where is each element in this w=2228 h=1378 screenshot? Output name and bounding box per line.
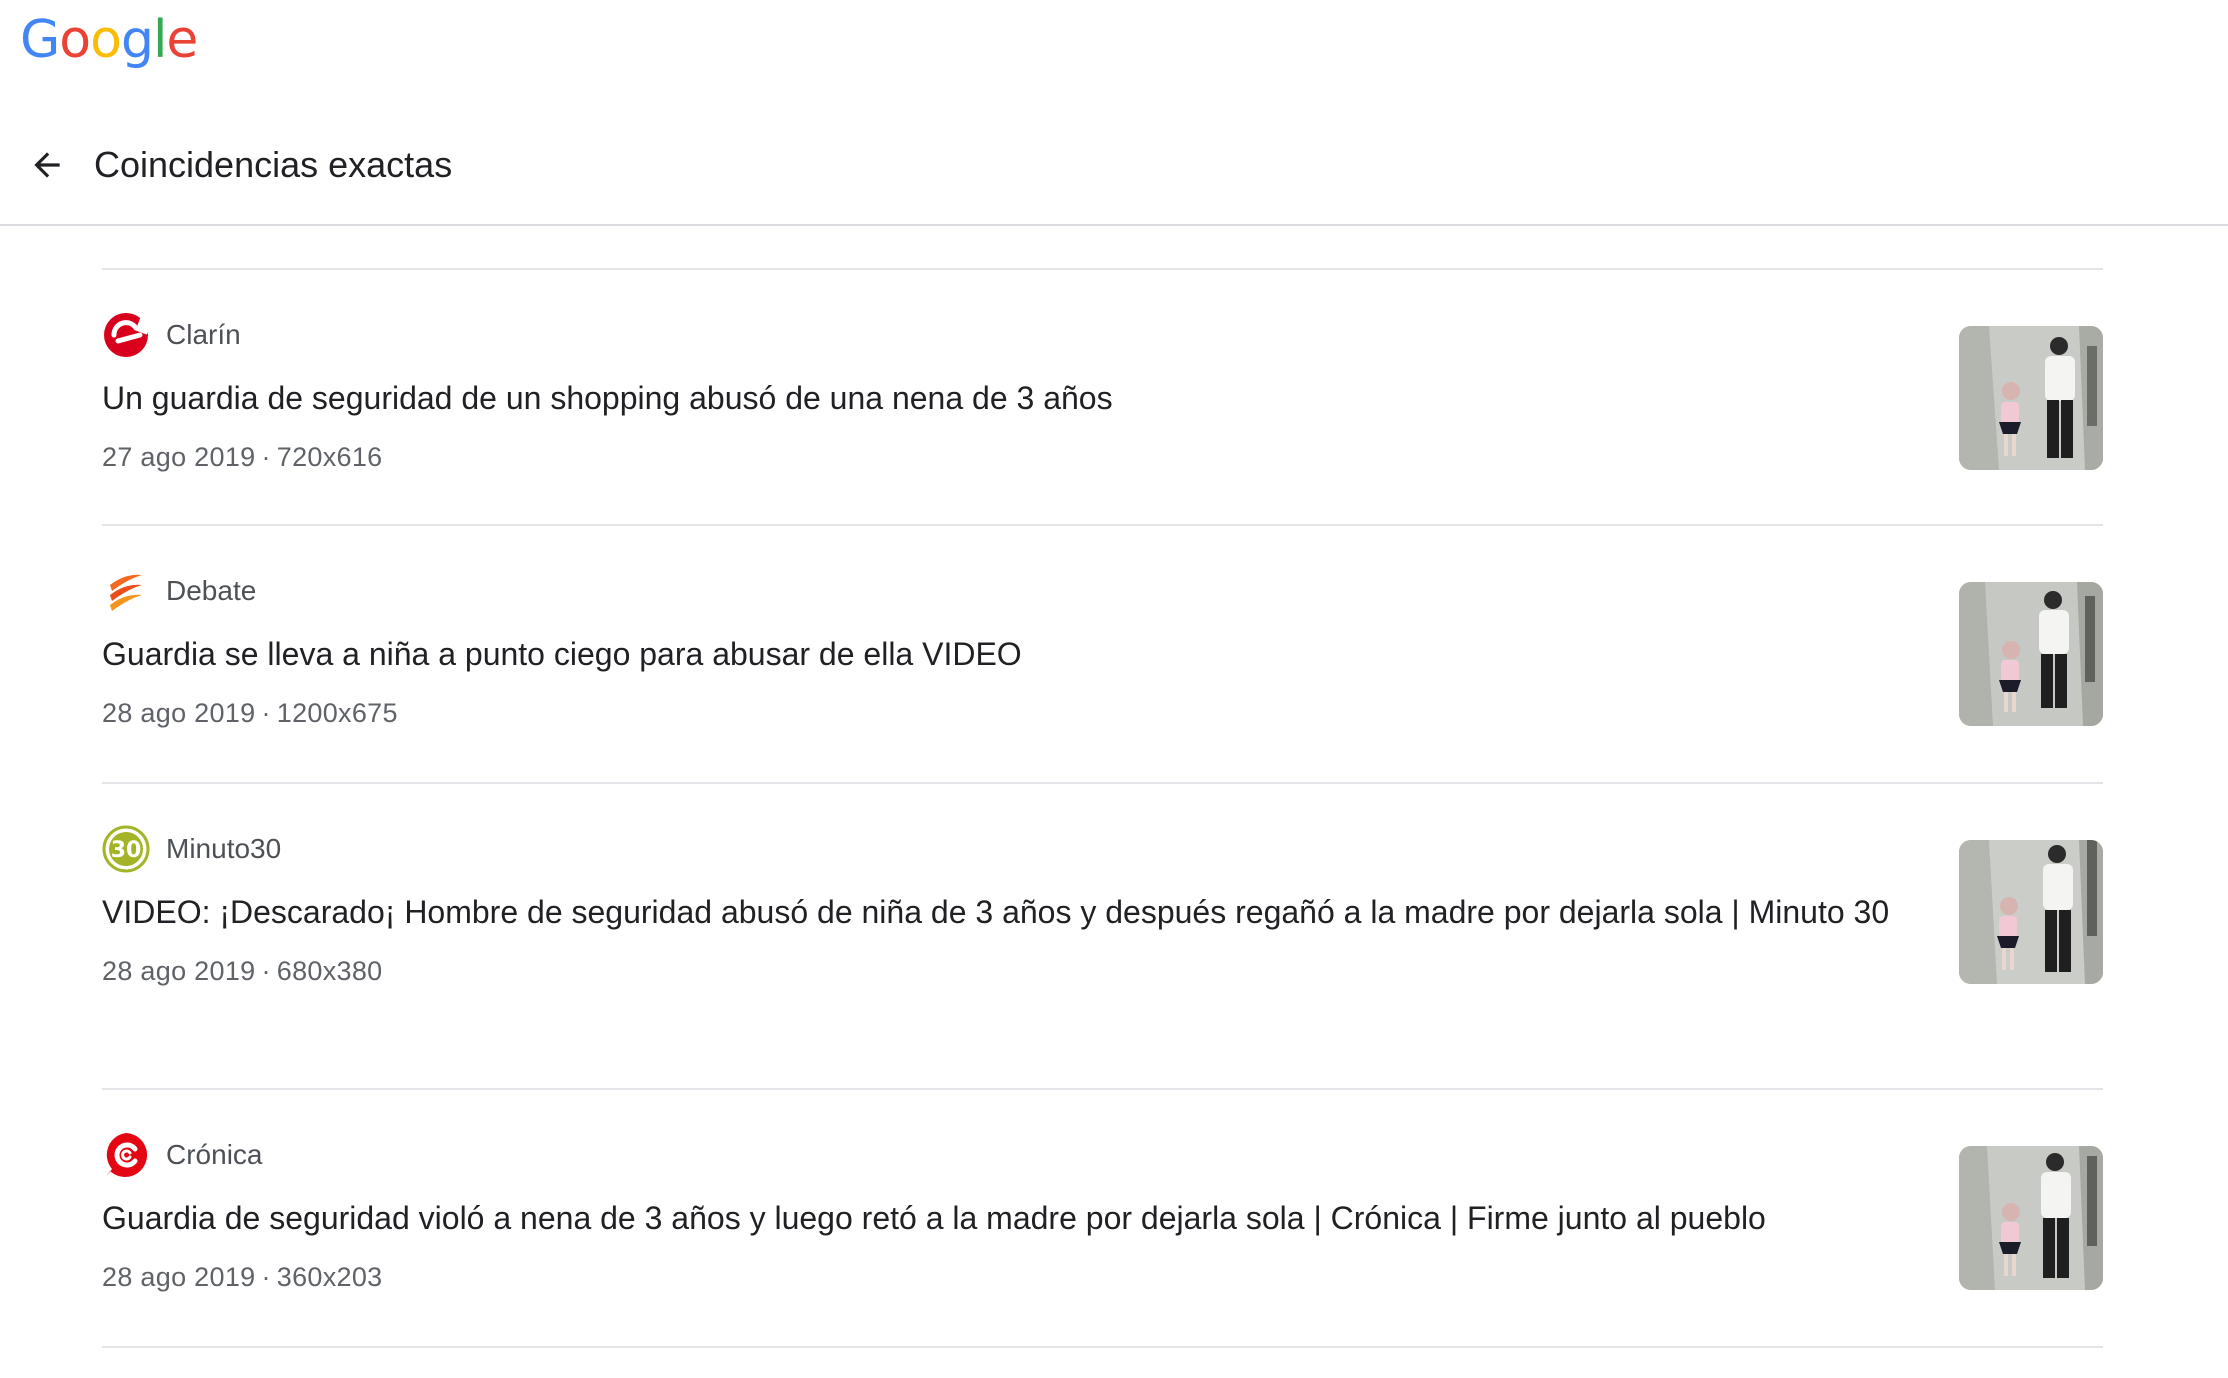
page-header: Coincidencias exactas [0,118,2228,226]
meta-separator: · [261,1262,271,1292]
logo-letter: l [152,10,167,70]
result-meta: 28 ago 2019 · 1200x675 [102,696,1893,730]
result-date: 27 ago 2019 [102,442,256,472]
result-meta: 28 ago 2019 · 680x380 [102,954,1893,988]
logo-letter: o [59,10,91,70]
meta-separator: · [261,956,271,986]
result-meta: 28 ago 2019 · 360x203 [102,1260,1893,1294]
cronica-logo-icon [102,1131,150,1179]
source-name: Minuto30 [166,833,282,864]
source-name: Clarín [166,319,241,350]
result-date: 28 ago 2019 [102,1262,256,1292]
result-item[interactable]: Crónica Guardia de seguridad violó a nen… [102,1090,2103,1346]
result-date: 28 ago 2019 [102,956,256,986]
result-dimensions: 1200x675 [276,698,398,728]
logo-letter: g [120,10,154,70]
result-item[interactable]: Debate Guardia se lleva a niña a punto c… [102,526,2103,782]
result-title[interactable]: Guardia se lleva a niña a punto ciego pa… [102,630,1893,678]
result-source[interactable]: Debate [102,566,1893,616]
source-name: Debate [166,575,257,606]
result-source[interactable]: 30 Minuto30 [102,824,1893,874]
result-meta: 27 ago 2019 · 720x616 [102,440,1893,474]
result-source[interactable]: Crónica [102,1130,1893,1180]
result-title[interactable]: Guardia de seguridad violó a nena de 3 a… [102,1194,1893,1242]
clarin-logo-icon [102,311,150,359]
google-logo[interactable]: Google [20,10,198,70]
divider [102,1346,2103,1348]
result-dimensions: 720x616 [276,442,383,472]
back-button[interactable] [22,140,72,190]
result-item[interactable]: Clarín Un guardia de seguridad de un sho… [102,270,2103,524]
result-dimensions: 360x203 [276,1262,383,1292]
result-source[interactable]: Clarín [102,310,1893,360]
meta-separator: · [261,698,271,728]
meta-separator: · [261,442,271,472]
result-title[interactable]: Un guardia de seguridad de un shopping a… [102,374,1893,422]
debate-logo-icon [102,567,150,615]
source-name: Crónica [166,1139,263,1170]
arrow-left-icon [34,152,60,178]
logo-letter: G [20,10,60,70]
minuto30-logo-icon: 30 [102,825,150,873]
result-date: 28 ago 2019 [102,698,256,728]
result-title[interactable]: VIDEO: ¡Descarado¡ Hombre de seguridad a… [102,888,1893,936]
logo-letter: e [166,10,198,70]
page-title: Coincidencias exactas [94,144,453,185]
result-item[interactable]: 30 Minuto30 VIDEO: ¡Descarado¡ Hombre de… [102,784,2103,1088]
results-list: Clarín Un guardia de seguridad de un sho… [102,268,2103,1348]
logo-letter: o [90,10,122,70]
result-dimensions: 680x380 [276,956,383,986]
svg-text:30: 30 [111,838,142,863]
